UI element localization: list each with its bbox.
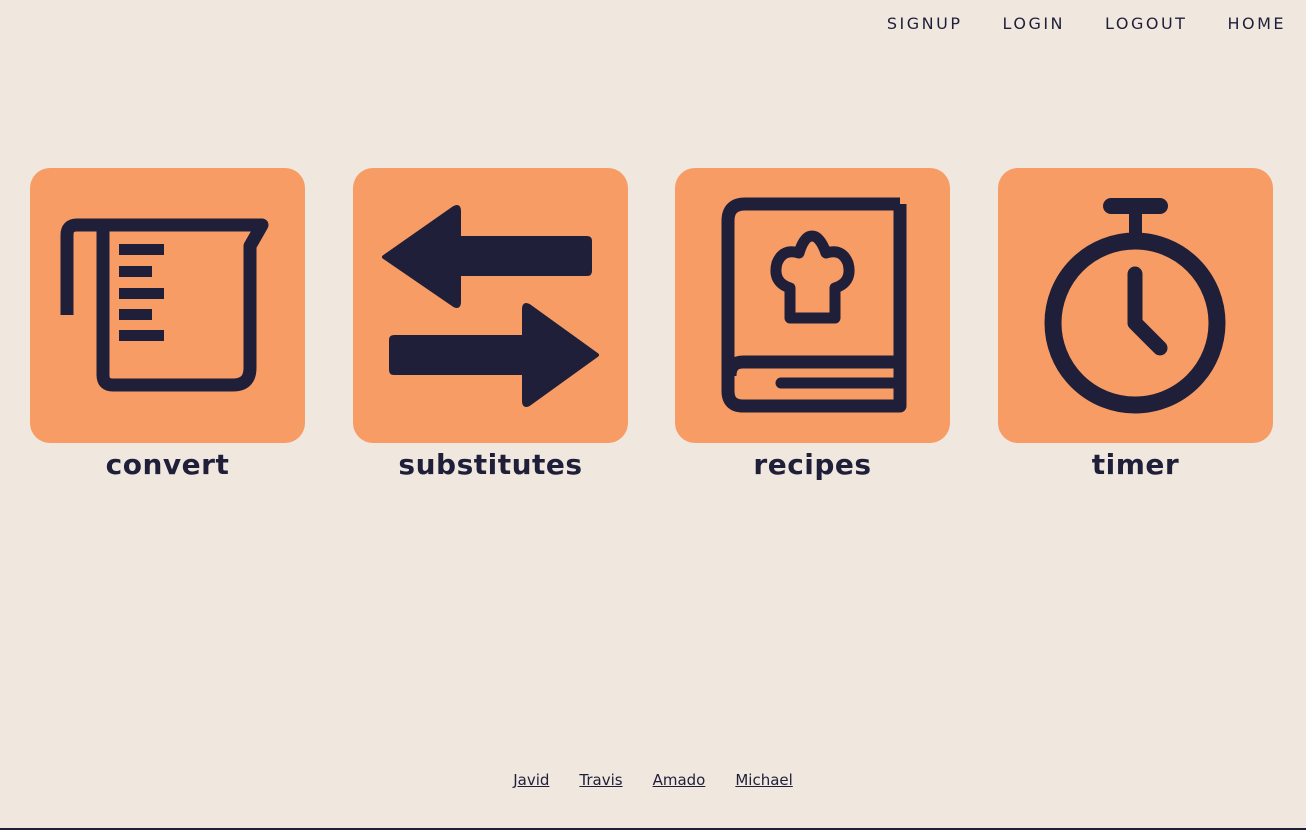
footer-link-michael[interactable]: Michael [735, 771, 792, 789]
nav-signup-link[interactable]: SIGNUP [887, 14, 963, 33]
footer-link-javid[interactable]: Javid [513, 771, 549, 789]
timer-tile[interactable]: timer [998, 168, 1273, 479]
top-nav: SIGNUP LOGIN LOGOUT HOME [887, 14, 1286, 33]
substitutes-tile[interactable]: substitutes [353, 168, 628, 479]
swap-arrows-icon [382, 205, 599, 407]
timer-label: timer [1091, 448, 1180, 481]
stopwatch-icon [1044, 198, 1226, 414]
nav-logout-link[interactable]: LOGOUT [1105, 14, 1187, 33]
convert-label: convert [105, 448, 230, 481]
recipes-tile[interactable]: recipes [675, 168, 950, 479]
measuring-cup-icon [60, 218, 269, 392]
recipes-label: recipes [753, 448, 872, 481]
footer-credits: Javid Travis Amado Michael [0, 771, 1306, 789]
convert-tile[interactable]: convert [30, 168, 305, 479]
nav-login-link[interactable]: LOGIN [1003, 14, 1066, 33]
timer-card[interactable] [998, 168, 1273, 443]
substitutes-card[interactable] [353, 168, 628, 443]
convert-card[interactable] [30, 168, 305, 443]
footer-link-travis[interactable]: Travis [579, 771, 622, 789]
recipe-book-icon [721, 197, 907, 413]
footer-link-amado[interactable]: Amado [653, 771, 706, 789]
substitutes-label: substitutes [398, 448, 583, 481]
nav-home-link[interactable]: HOME [1227, 14, 1286, 33]
recipes-card[interactable] [675, 168, 950, 443]
